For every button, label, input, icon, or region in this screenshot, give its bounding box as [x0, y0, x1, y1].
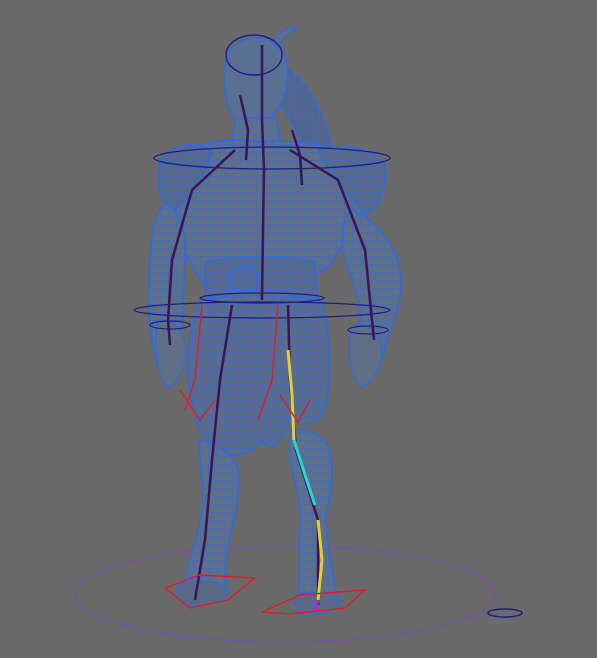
horn-mesh [271, 26, 301, 50]
ground-control-circle[interactable] [74, 545, 496, 643]
viewport-scene[interactable] [0, 0, 597, 658]
world-offset-control[interactable] [487, 608, 523, 618]
character-mesh[interactable] [148, 26, 402, 617]
3d-viewport[interactable] [0, 0, 597, 658]
